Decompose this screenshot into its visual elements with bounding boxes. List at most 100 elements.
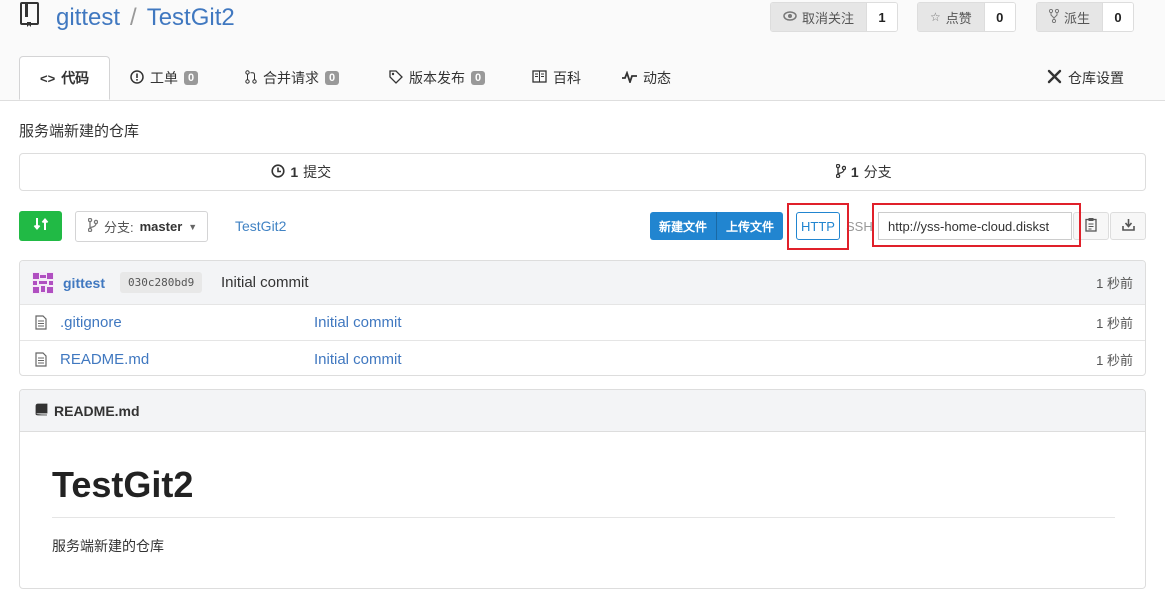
clipboard-icon	[1084, 217, 1098, 235]
tab-pull-requests[interactable]: 合并请求 0	[245, 56, 340, 100]
compare-button[interactable]	[19, 211, 62, 241]
tab-pull-requests-badge: 0	[325, 71, 340, 85]
author-avatar[interactable]	[32, 261, 54, 304]
file-time: 1 秒前	[1096, 316, 1133, 331]
upload-file-button[interactable]: 上传文件	[716, 212, 784, 240]
readme-divider	[52, 517, 1115, 518]
file-row: .gitignore Initial commit 1 秒前	[20, 305, 1145, 341]
file-name-link[interactable]: .gitignore	[60, 314, 122, 331]
issue-icon	[130, 69, 144, 87]
file-icon	[35, 341, 47, 375]
file-name-cell: .gitignore	[60, 305, 122, 340]
tab-activity-label: 动态	[643, 70, 671, 86]
watch-label[interactable]: 取消关注	[771, 3, 867, 31]
download-icon	[1121, 218, 1135, 234]
tab-issues-badge: 0	[184, 71, 199, 85]
fork-label-text: 派生	[1064, 10, 1091, 26]
branch-icon	[835, 163, 847, 181]
commits-stat[interactable]: 1 提交	[20, 154, 583, 190]
commit-author-cell: gittest	[63, 261, 105, 304]
tab-wiki[interactable]: 百科	[532, 56, 581, 100]
fork-label[interactable]: 派生	[1037, 3, 1103, 31]
star-label-text: 点赞	[945, 10, 972, 26]
readme-header: README.md	[20, 390, 1145, 432]
tab-releases[interactable]: 版本发布 0	[389, 56, 486, 100]
branch-selector[interactable]: 分支: master ▼	[75, 211, 208, 242]
new-file-button[interactable]: 新建文件	[650, 212, 717, 240]
fork-button[interactable]: 派生 0	[1036, 2, 1135, 32]
repo-stats-bar: 1 提交 1 分支	[19, 153, 1146, 191]
star-label[interactable]: ☆ 点赞	[918, 3, 984, 31]
file-name-link[interactable]: README.md	[60, 351, 149, 368]
tab-settings[interactable]: 仓库设置	[1047, 56, 1124, 100]
repo-title: gittest / TestGit2	[56, 4, 235, 32]
ssh-clone-button[interactable]: SSH	[846, 212, 873, 240]
tab-releases-label: 版本发布	[409, 70, 465, 86]
caret-down-icon: ▼	[188, 221, 198, 232]
commit-sha-badge[interactable]: 030c280bd9	[120, 272, 203, 293]
http-clone-button[interactable]: HTTP	[796, 212, 840, 240]
pulse-icon	[622, 69, 637, 86]
readme-panel: README.md TestGit2 服务端新建的仓库	[19, 389, 1146, 589]
tools-icon	[1047, 69, 1062, 87]
readme-body: 服务端新建的仓库	[52, 538, 164, 554]
compare-icon	[33, 216, 49, 236]
file-time: 1 秒前	[1096, 352, 1133, 368]
readme-heading: TestGit2	[52, 464, 194, 505]
branches-stat[interactable]: 1 分支	[583, 154, 1146, 190]
clone-url-input[interactable]	[878, 212, 1072, 240]
repo-name-link[interactable]: TestGit2	[147, 4, 235, 31]
tab-code-label: 代码	[61, 70, 90, 86]
file-row: README.md Initial commit 1 秒前	[20, 341, 1145, 375]
tab-code[interactable]: <> 代码	[19, 56, 111, 100]
code-icon: <>	[40, 70, 56, 86]
file-commit-link[interactable]: Initial commit	[314, 314, 402, 331]
fork-count[interactable]: 0	[1102, 3, 1134, 31]
branches-count: 1	[850, 164, 859, 180]
file-name-cell: README.md	[60, 341, 149, 375]
repo-description: 服务端新建的仓库	[19, 123, 140, 140]
tag-icon	[389, 69, 403, 87]
repo-title-separator: /	[130, 4, 137, 31]
eye-icon	[783, 10, 797, 24]
pull-request-icon	[245, 69, 257, 87]
tab-pull-requests-label: 合并请求	[263, 70, 319, 86]
watch-count[interactable]: 1	[866, 3, 898, 31]
fork-icon	[1048, 8, 1060, 26]
commits-label: 提交	[303, 164, 332, 180]
commit-message: Initial commit	[221, 274, 309, 291]
commit-sha-cell: 030c280bd9	[120, 261, 203, 304]
tab-wiki-label: 百科	[553, 70, 581, 86]
commit-time: 1 秒前	[1096, 276, 1133, 291]
tab-settings-label: 仓库设置	[1068, 70, 1124, 86]
download-button[interactable]	[1110, 212, 1146, 240]
star-count[interactable]: 0	[983, 3, 1015, 31]
branches-label: 分支	[863, 164, 892, 180]
branch-name: master	[139, 219, 183, 234]
tab-issues-label: 工单	[150, 70, 178, 86]
repo-owner-link[interactable]: gittest	[56, 4, 120, 31]
tab-issues[interactable]: 工单 0	[130, 56, 199, 100]
file-commit-cell: Initial commit	[314, 305, 402, 340]
repo-icon	[19, 2, 41, 28]
branch-selector-icon	[87, 217, 99, 235]
copy-url-button[interactable]	[1073, 212, 1109, 240]
watch-button[interactable]: 取消关注 1	[770, 2, 899, 32]
file-actions-group: 新建文件 上传文件	[650, 212, 784, 240]
history-icon	[271, 163, 285, 181]
tab-activity[interactable]: 动态	[622, 56, 671, 100]
tab-releases-badge: 0	[471, 71, 486, 85]
readme-filename: README.md	[54, 402, 140, 419]
star-button[interactable]: ☆ 点赞 0	[917, 2, 1016, 32]
file-list: gittest 030c280bd9 Initial commit 1 秒前 .…	[19, 260, 1146, 376]
commits-count: 1	[290, 164, 299, 180]
latest-commit-row: gittest 030c280bd9 Initial commit 1 秒前	[20, 261, 1145, 305]
file-commit-cell: Initial commit	[314, 341, 402, 375]
star-icon: ☆	[930, 10, 941, 24]
file-icon	[35, 305, 47, 340]
file-commit-link[interactable]: Initial commit	[314, 351, 402, 368]
commit-author-link[interactable]: gittest	[63, 275, 105, 291]
watch-label-text: 取消关注	[802, 10, 855, 26]
breadcrumb-repo[interactable]: TestGit2	[235, 218, 286, 234]
book-icon	[532, 70, 547, 86]
